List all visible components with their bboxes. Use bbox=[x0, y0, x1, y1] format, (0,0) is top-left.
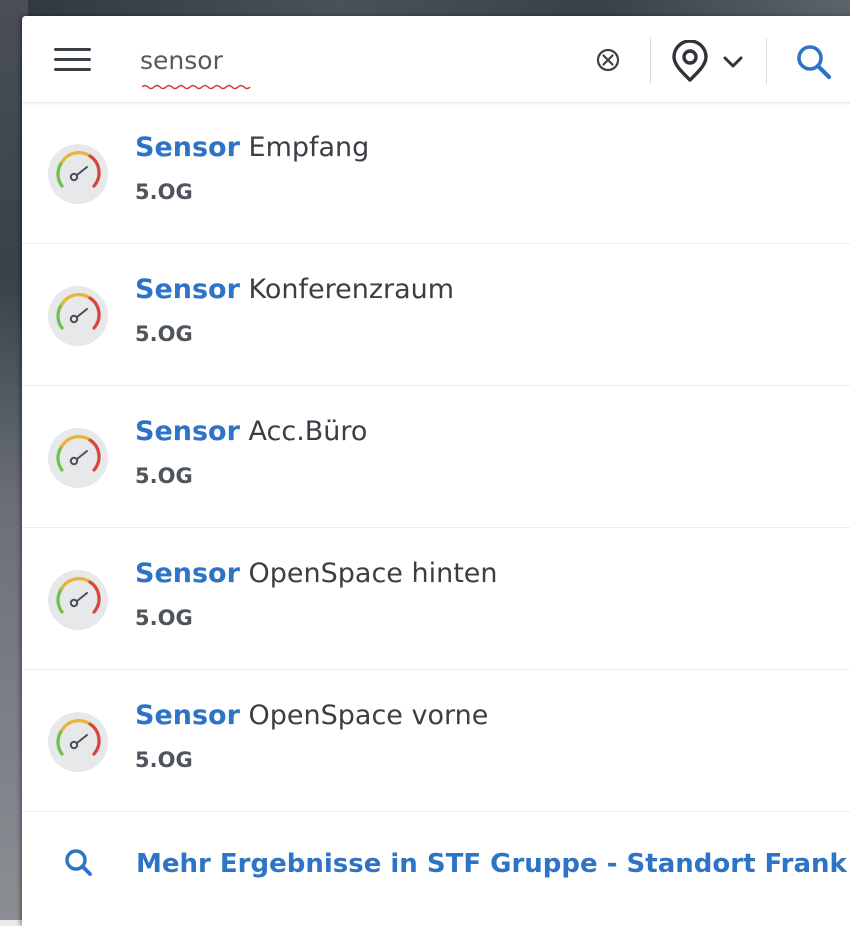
clear-circle-x-icon[interactable] bbox=[594, 46, 622, 74]
result-name: Sensor Konferenzraum bbox=[135, 274, 454, 305]
result-name-rest: Empfang bbox=[239, 132, 370, 163]
result-floor: 5.OG bbox=[135, 180, 193, 204]
magnifier-icon bbox=[65, 849, 92, 876]
result-highlight: Sensor bbox=[135, 132, 240, 163]
result-item[interactable]: Sensor Acc.Büro 5.OG bbox=[22, 386, 850, 528]
result-item[interactable]: Sensor OpenSpace hinten 5.OG bbox=[22, 528, 850, 670]
search-panel: Sensor Empfang 5.OG Sensor Konferenzraum… bbox=[22, 16, 850, 926]
result-highlight: Sensor bbox=[135, 274, 240, 305]
more-results-link[interactable]: Mehr Ergebnisse in STF Gruppe - Standort… bbox=[22, 812, 850, 926]
result-name-rest: OpenSpace vorne bbox=[239, 700, 489, 731]
result-name-rest: Konferenzraum bbox=[239, 274, 455, 305]
result-highlight: Sensor bbox=[135, 700, 240, 731]
divider bbox=[766, 38, 767, 84]
search-input[interactable] bbox=[140, 40, 560, 80]
result-name: Sensor Acc.Büro bbox=[135, 416, 367, 447]
location-filter-button[interactable] bbox=[668, 40, 746, 84]
result-name: Sensor OpenSpace vorne bbox=[135, 700, 488, 731]
result-item[interactable]: Sensor Empfang 5.OG bbox=[22, 102, 850, 244]
more-results-label: Mehr Ergebnisse in STF Gruppe - Standort… bbox=[136, 849, 847, 879]
result-name-rest: Acc.Büro bbox=[239, 416, 368, 447]
result-item[interactable]: Sensor OpenSpace vorne 5.OG bbox=[22, 670, 850, 812]
hamburger-menu-icon[interactable] bbox=[54, 46, 94, 76]
location-pin-icon bbox=[672, 40, 708, 82]
result-floor: 5.OG bbox=[135, 606, 193, 630]
search-bar bbox=[22, 16, 850, 102]
result-name-rest: OpenSpace hinten bbox=[239, 558, 498, 589]
magnifier-icon[interactable] bbox=[794, 42, 834, 82]
result-name: Sensor OpenSpace hinten bbox=[135, 558, 498, 589]
spellcheck-underline bbox=[142, 84, 251, 90]
gauge-sensor-icon bbox=[48, 428, 108, 488]
gauge-sensor-icon bbox=[48, 712, 108, 772]
result-highlight: Sensor bbox=[135, 416, 240, 447]
divider bbox=[650, 38, 651, 84]
chevron-down-icon bbox=[723, 56, 743, 68]
result-floor: 5.OG bbox=[135, 322, 193, 346]
gauge-sensor-icon bbox=[48, 570, 108, 630]
result-item[interactable]: Sensor Konferenzraum 5.OG bbox=[22, 244, 850, 386]
result-name: Sensor Empfang bbox=[135, 132, 369, 163]
gauge-sensor-icon bbox=[48, 144, 108, 204]
result-floor: 5.OG bbox=[135, 748, 193, 772]
result-floor: 5.OG bbox=[135, 464, 193, 488]
gauge-sensor-icon bbox=[48, 286, 108, 346]
result-highlight: Sensor bbox=[135, 558, 240, 589]
results-list: Sensor Empfang 5.OG Sensor Konferenzraum… bbox=[22, 102, 850, 812]
